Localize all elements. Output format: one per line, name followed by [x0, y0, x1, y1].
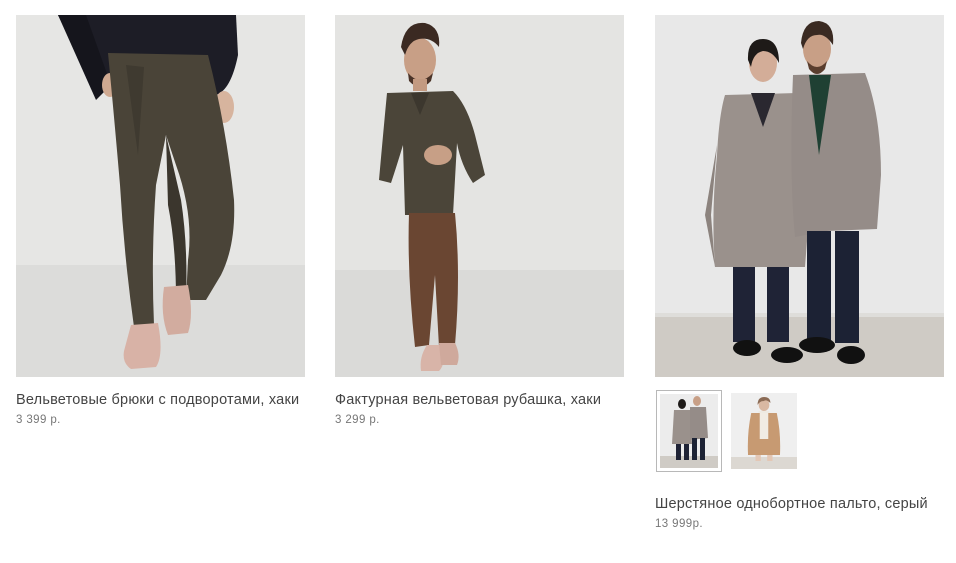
- product-price: 3 299 р.: [335, 413, 380, 426]
- thumbnail-image: [660, 394, 718, 468]
- product-card[interactable]: Вельветовые брюки с подворотами, хаки 3 …: [16, 15, 306, 426]
- product-price: 3 399 р.: [16, 413, 61, 426]
- product-image: [335, 15, 624, 377]
- product-title[interactable]: Фактурная вельветовая рубашка, хаки: [335, 390, 625, 411]
- thumbnail-image: [731, 393, 797, 469]
- product-card[interactable]: Шерстяное однобортное пальто, серый 13 9…: [655, 15, 945, 530]
- product-title[interactable]: Шерстяное однобортное пальто, серый: [655, 494, 945, 515]
- product-title[interactable]: Вельветовые брюки с подворотами, хаки: [16, 390, 306, 411]
- product-photo[interactable]: [335, 15, 624, 377]
- product-price: 13 999р.: [655, 517, 703, 530]
- product-image: [655, 15, 944, 377]
- thumbnail-camel-coat[interactable]: [731, 390, 797, 472]
- product-photo[interactable]: [16, 15, 305, 377]
- product-photo[interactable]: [655, 15, 944, 377]
- color-thumbnails: [656, 390, 945, 472]
- thumbnail-grey-coat[interactable]: [656, 390, 722, 472]
- product-card[interactable]: Фактурная вельветовая рубашка, хаки 3 29…: [335, 15, 625, 426]
- product-image: [16, 15, 305, 377]
